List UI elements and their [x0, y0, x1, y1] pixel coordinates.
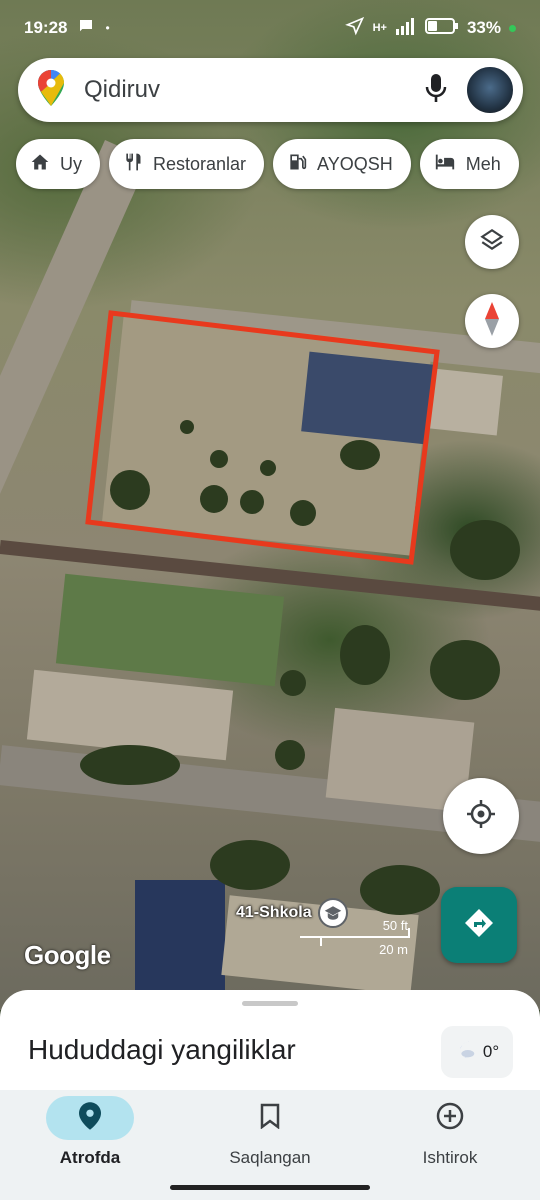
map-scale: 50 ft 20 m [300, 916, 410, 960]
chip-label: Uy [60, 153, 82, 174]
navigation-arrow-icon [344, 16, 365, 41]
weather-temp: 0° [482, 1042, 500, 1061]
maps-pin-icon [38, 69, 64, 111]
scale-imperial: 50 ft [382, 918, 408, 933]
compass-icon [484, 301, 500, 341]
dot-icon: • [105, 21, 110, 35]
scale-tick [320, 936, 322, 946]
status-bar: 19:28 • H+ 33% [0, 0, 540, 56]
restaurant-icon [123, 151, 143, 178]
search-input[interactable]: Qidiruv [84, 76, 160, 104]
sheet-title: Hududdagi yangiliklar [28, 1034, 296, 1065]
scale-metric: 20 m [379, 942, 408, 957]
scale-line [300, 936, 410, 938]
chat-icon [77, 17, 95, 40]
home-icon [30, 152, 50, 177]
chip-label: AYOQSH [317, 153, 393, 174]
chip-label: Meh [465, 153, 501, 174]
nav-saved[interactable]: Saqlangan [180, 1096, 360, 1176]
nav-explore[interactable]: Atrofda [0, 1096, 180, 1176]
nav-label: Ishtirok [422, 1148, 478, 1167]
status-time: 19:28 [24, 18, 68, 37]
home-indicator[interactable] [170, 1185, 370, 1190]
bookmark-icon [260, 1103, 280, 1134]
night-weather-icon [455, 1039, 477, 1066]
add-circle-icon [436, 1102, 464, 1135]
directions-button[interactable] [441, 887, 517, 963]
nav-label: Saqlangan [229, 1148, 311, 1167]
chip-home[interactable]: Uy [16, 139, 100, 189]
weather-chip[interactable]: 0° [441, 1026, 513, 1078]
network-type: H+ [372, 22, 387, 34]
chip-gas[interactable]: AYOQSH [273, 139, 411, 189]
my-location-icon [465, 798, 497, 835]
chip-restaurants[interactable]: Restoranlar [109, 139, 265, 189]
chip-label: Restoranlar [153, 153, 247, 174]
google-attribution: Google [24, 940, 111, 970]
layers-icon [479, 227, 505, 258]
hotel-icon [434, 152, 456, 177]
nav-contribute[interactable]: Ishtirok [360, 1096, 540, 1176]
green-dot-icon [509, 24, 516, 32]
gas-station-icon [287, 151, 307, 178]
my-location-button[interactable] [443, 778, 519, 854]
sheet-drag-handle[interactable] [242, 1001, 298, 1006]
nav-active-indicator [46, 1096, 134, 1140]
nav-label: Atrofda [59, 1148, 121, 1167]
category-chips: Uy Restoranlar AYOQSH Meh [16, 139, 519, 189]
layers-button[interactable] [465, 215, 519, 269]
chip-hotels[interactable]: Meh [419, 139, 519, 189]
directions-icon [463, 907, 495, 944]
nav-icon-wrap [406, 1096, 494, 1140]
location-pin-icon [79, 1101, 101, 1135]
battery-level: 33% [466, 18, 501, 37]
search-bar[interactable]: Qidiruv [18, 58, 523, 122]
signal-icon [395, 17, 417, 40]
battery-icon [424, 17, 459, 40]
account-avatar[interactable] [465, 65, 515, 115]
compass-button[interactable] [465, 294, 519, 348]
mic-icon[interactable] [425, 73, 447, 108]
bottom-navigation: Atrofda Saqlangan Ishtirok [0, 1090, 540, 1200]
nav-icon-wrap [226, 1096, 314, 1140]
